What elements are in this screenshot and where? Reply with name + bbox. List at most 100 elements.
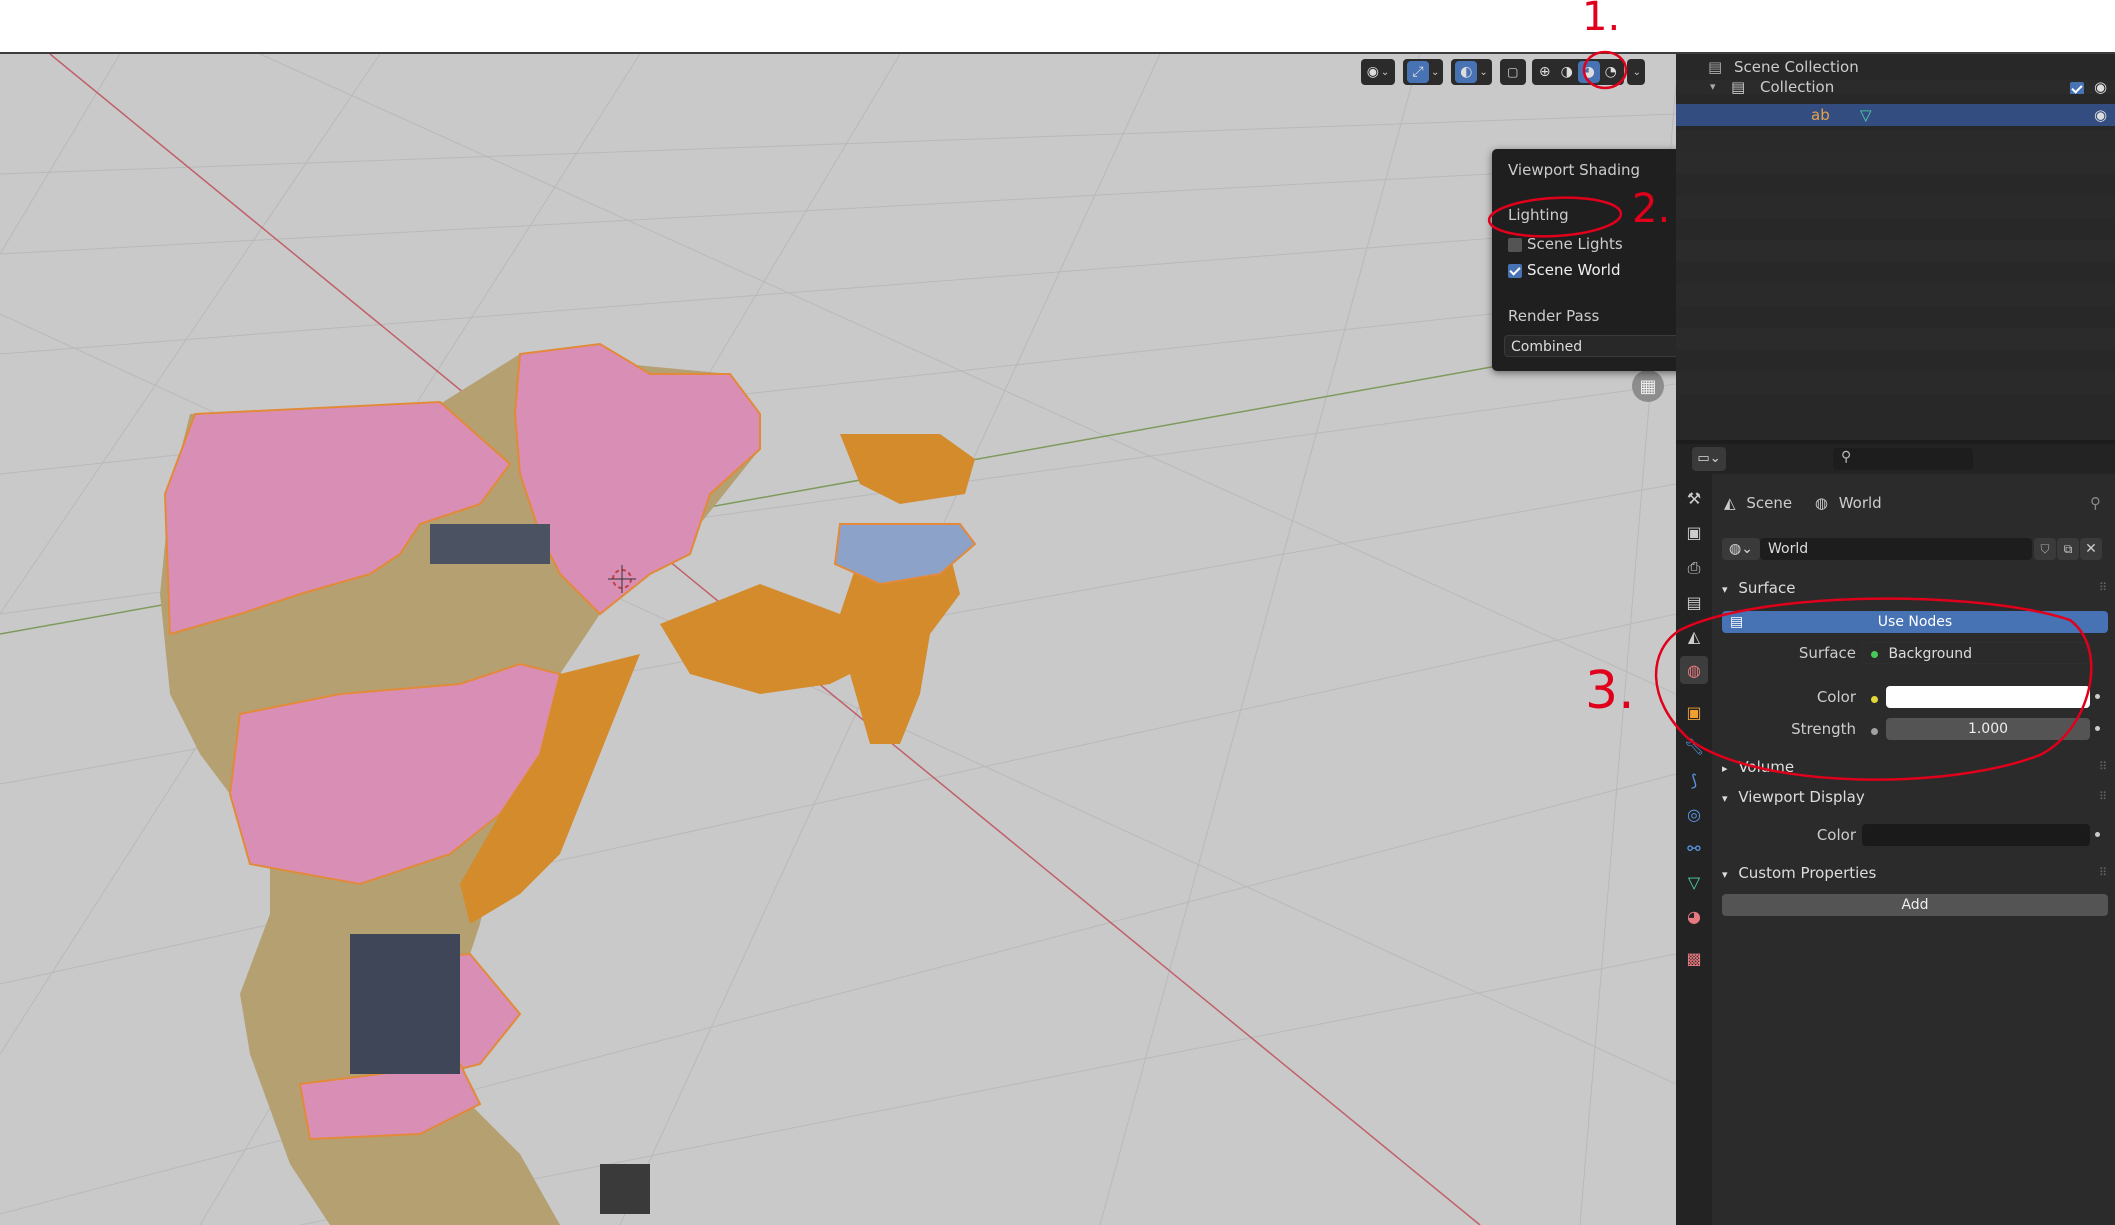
breadcrumb: ◭ Scene ◍ World (1724, 494, 1882, 512)
outliner-empty-row (1676, 328, 2115, 350)
3d-viewport[interactable]: ◉ ⌄ ⤢ ⌄ ◐ ⌄ ▢ ⊕ ◑ ◕ ◔ ⌄ ▦ Viewport Shading … (0, 54, 1676, 1225)
add-property-button[interactable]: Add (1722, 894, 2108, 916)
chevron-down-icon: ▾ (1722, 868, 1728, 881)
particles-icon[interactable]: ⟆ (1680, 766, 1708, 794)
keyframe-dot-icon[interactable] (2095, 694, 2100, 699)
viewport-color-swatch[interactable] (1862, 824, 2090, 846)
duplicate-button[interactable]: ⧉ (2057, 538, 2079, 560)
volume-section-header[interactable]: ▸ Volume ⠿ (1712, 753, 2115, 781)
custom-properties-section-header[interactable]: ▾ Custom Properties ⠿ (1712, 859, 2115, 887)
pin-icon[interactable]: ⚲ (2090, 494, 2101, 512)
material-icon[interactable]: ◕ (1680, 902, 1708, 930)
popup-title: Viewport Shading (1508, 161, 1641, 179)
properties-editor: ▭⌄ ⚲ ⚒ ▣ ⎙ ▤ ◭ ◍ ▣ 🔧︎ ⟆ ◎ ⚯ ▽ ◕ ▩ ◭ Scen… (1676, 444, 2115, 1225)
xray-toggle[interactable]: ▢ (1499, 59, 1526, 85)
collection-icon: ▤ (1708, 58, 1723, 76)
tool-icon[interactable]: ⚒ (1680, 484, 1708, 512)
chevron-down-icon: ▾ (1722, 583, 1728, 596)
breadcrumb-world: World (1838, 494, 1882, 512)
surface-section-header[interactable]: ▾ Surface ⠿ (1712, 574, 2115, 602)
render-pass-value: Combined (1511, 339, 1583, 355)
overlay-dropdown[interactable]: ◐ ⌄ (1451, 59, 1492, 85)
outliner-empty-row (1676, 372, 2115, 394)
checkbox-checked-icon (1508, 263, 1522, 278)
collection-icon: ▤ (1731, 80, 1746, 94)
keyframe-dot-icon[interactable] (2095, 726, 2100, 731)
world-name-field[interactable]: World (1760, 538, 2032, 560)
eye-icon[interactable]: ◉ (2094, 104, 2107, 126)
output-icon[interactable]: ⎙ (1680, 554, 1708, 582)
scene-world-checkbox[interactable]: Scene World (1508, 261, 1621, 279)
outliner-scene-collection[interactable]: ▤ Scene Collection (1676, 56, 2115, 78)
modifier-icon[interactable]: 🔧︎ (1680, 732, 1708, 760)
drag-handle-icon[interactable]: ⠿ (2099, 574, 2107, 602)
editor-type-dropdown[interactable]: ▭⌄ (1692, 447, 1726, 471)
visibility-dropdown[interactable]: ◉ ⌄ (1361, 59, 1395, 85)
drag-handle-icon[interactable]: ⠿ (2099, 783, 2107, 811)
scene-world-label: Scene World (1527, 261, 1621, 279)
rendered-icon[interactable]: ◔ (1600, 64, 1622, 80)
world-tab-icon[interactable]: ◍ (1680, 656, 1708, 684)
object-icon[interactable]: ▣ (1680, 698, 1708, 726)
gizmo-icon: ⤢ (1407, 61, 1429, 83)
node-tree-icon: ▤ (1730, 614, 1744, 630)
viewport-display-section-header[interactable]: ▾ Viewport Display ⠿ (1712, 783, 2115, 811)
outliner-empty-row (1676, 130, 2115, 152)
lighting-label: Lighting (1508, 206, 1569, 224)
shading-mode-group: ⊕ ◑ ◕ ◔ (1531, 59, 1624, 85)
chevron-right-icon: ▸ (1722, 762, 1728, 775)
top-margin (0, 0, 2115, 54)
search-input[interactable]: ⚲ (1833, 448, 1973, 470)
world-icon: ◍ (1814, 494, 1828, 512)
xray-icon: ▢ (1507, 65, 1519, 79)
strength-field[interactable]: 1.000 (1886, 718, 2090, 740)
shader-socket-icon (1871, 650, 1878, 658)
mesh-data-icon: ▽ (1860, 106, 1872, 124)
overlay-icon: ◐ (1455, 61, 1478, 83)
eye-icon[interactable]: ◉ (2094, 80, 2107, 94)
outliner[interactable]: ▤ Scene Collection ▾ ▤ Collection ◉ ab ▽… (1676, 54, 2115, 440)
scene-lights-checkbox[interactable]: Scene Lights (1508, 235, 1623, 253)
constraints-icon[interactable]: ⚯ (1680, 834, 1708, 862)
fake-user-button[interactable]: ⛉ (2034, 538, 2056, 560)
background-color-swatch[interactable] (1886, 686, 2090, 708)
drag-handle-icon[interactable]: ⠿ (2099, 753, 2107, 781)
viewport-shading-popup: Viewport Shading Lighting Scene Lights S… (1492, 149, 1676, 371)
drag-handle-icon[interactable]: ⠿ (2099, 859, 2107, 887)
color-socket-icon (1871, 696, 1878, 703)
outliner-object-row[interactable]: ab ▽ ◉ (1676, 104, 2115, 126)
render-pass-select[interactable]: Combined⌄ (1504, 335, 1676, 357)
texture-icon[interactable]: ▩ (1680, 944, 1708, 972)
outliner-collection[interactable]: ▾ ▤ Collection ◉ (1676, 80, 2115, 94)
shading-options-dropdown[interactable]: ⌄ (1626, 59, 1645, 85)
chevron-down-icon: ▾ (1722, 792, 1728, 805)
world-properties: ◭ Scene ◍ World ⚲ ◍⌄ World ⛉ ⧉ ✕ ▾ Surfa… (1712, 474, 2115, 1225)
viewport-header: ◉ ⌄ ⤢ ⌄ ◐ ⌄ ▢ ⊕ ◑ ◕ ◔ ⌄ (1358, 58, 1645, 86)
grid-toggle[interactable]: ▦ (1632, 370, 1664, 402)
render-icon[interactable]: ▣ (1680, 518, 1708, 546)
outliner-empty-row (1676, 240, 2115, 262)
eye-icon: ◉ (1366, 64, 1379, 80)
properties-tabs: ⚒ ▣ ⎙ ▤ ◭ ◍ ▣ 🔧︎ ⟆ ◎ ⚯ ▽ ◕ ▩ (1676, 474, 1712, 1225)
keyframe-dot-icon[interactable] (2095, 832, 2100, 837)
outliner-empty-row (1676, 196, 2115, 218)
view-layer-icon[interactable]: ▤ (1680, 588, 1708, 616)
surface-label: Surface (1798, 644, 1856, 662)
render-pass-label: Render Pass (1508, 307, 1600, 325)
scene-tab-icon[interactable]: ◭ (1680, 622, 1708, 650)
data-icon[interactable]: ▽ (1680, 868, 1708, 896)
unlink-button[interactable]: ✕ (2080, 538, 2102, 560)
solid-icon[interactable]: ◑ (1556, 64, 1578, 80)
world-icon: ◍⌄ (1729, 541, 1753, 557)
world-browse-button[interactable]: ◍⌄ (1722, 538, 1760, 560)
grid-icon: ▦ (1639, 375, 1657, 397)
chevron-down-icon: ▾ (1710, 80, 1716, 93)
wireframe-icon[interactable]: ⊕ (1534, 64, 1556, 80)
physics-icon[interactable]: ◎ (1680, 800, 1708, 828)
exclude-checkbox-icon[interactable] (2070, 82, 2084, 94)
use-nodes-button[interactable]: ▤ Use Nodes (1722, 611, 2108, 633)
value-socket-icon (1871, 728, 1878, 735)
gizmo-dropdown[interactable]: ⤢ ⌄ (1403, 59, 1444, 85)
material-preview-icon[interactable]: ◕ (1577, 61, 1600, 83)
surface-shader-field[interactable]: Background (1862, 642, 2090, 664)
